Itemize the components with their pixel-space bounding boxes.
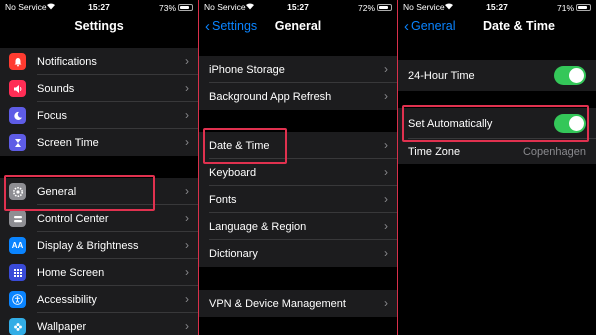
chevron-right-icon: ›: [384, 138, 388, 152]
chevron-right-icon: ›: [185, 292, 189, 306]
general-item-fonts[interactable]: Fonts ›: [199, 186, 397, 213]
general-item-vpn-device-management[interactable]: VPN & Device Management ›: [199, 290, 397, 317]
battery-indicator: 71%: [557, 2, 591, 13]
status-bar: No Service 15:27 73%: [0, 0, 198, 14]
moon-icon: [9, 107, 26, 124]
general-item-background-app-refresh[interactable]: Background App Refresh ›: [199, 83, 397, 110]
chevron-right-icon: ›: [185, 238, 189, 252]
time-zone-value: Copenhagen: [522, 146, 586, 158]
accessibility-icon: [9, 291, 26, 308]
battery-icon: [576, 4, 591, 12]
chevron-right-icon: ›: [185, 265, 189, 279]
chevron-right-icon: ›: [185, 319, 189, 333]
settings-item-notifications[interactable]: Notifications ›: [0, 48, 198, 75]
text-size-icon: AA: [9, 237, 26, 254]
hour24-toggle[interactable]: [554, 66, 586, 85]
highlight-box-general: [4, 175, 155, 211]
general-item-label: Dictionary: [209, 248, 258, 260]
status-bar: No Service 15:27 71%: [398, 0, 596, 14]
page-title: Date & Time: [482, 19, 555, 33]
highlight-box-set-automatically: [402, 105, 589, 142]
hourglass-icon: [9, 134, 26, 151]
chevron-right-icon: ›: [384, 192, 388, 206]
settings-item-label: Focus: [37, 110, 67, 122]
chevron-right-icon: ›: [185, 108, 189, 122]
flower-icon: [9, 318, 26, 335]
settings-item-screen-time[interactable]: Screen Time ›: [0, 129, 198, 156]
speaker-icon: [9, 80, 26, 97]
settings-screen: No Service 15:27 73% Settings Notificati…: [0, 0, 198, 335]
battery-icon: [377, 4, 392, 12]
chevron-right-icon: ›: [384, 246, 388, 260]
battery-percent: 73%: [158, 2, 176, 13]
general-screen: No Service 15:27 72% ‹ Settings General i…: [199, 0, 397, 335]
general-item-label: iPhone Storage: [209, 64, 285, 76]
settings-item-display-brightness[interactable]: AA Display & Brightness ›: [0, 232, 198, 259]
settings-item-label: Home Screen: [37, 267, 105, 279]
settings-item-label: Display & Brightness: [37, 240, 139, 252]
chevron-right-icon: ›: [185, 135, 189, 149]
battery-indicator: 73%: [159, 2, 193, 13]
settings-item-label: Screen Time: [37, 137, 99, 149]
chevron-right-icon: ›: [185, 81, 189, 95]
nav-bar: ‹ General Date & Time: [398, 14, 596, 38]
general-item-label: VPN & Device Management: [209, 298, 346, 310]
chevron-right-icon: ›: [384, 219, 388, 233]
hour24-label: 24-Hour Time: [408, 70, 475, 82]
time-zone-label: Time Zone: [408, 146, 461, 158]
general-item-label: Keyboard: [209, 167, 257, 179]
battery-icon: [178, 4, 193, 12]
settings-item-home-screen[interactable]: Home Screen ›: [0, 259, 198, 286]
status-bar: No Service 15:27 72%: [199, 0, 397, 14]
settings-item-sounds[interactable]: Sounds ›: [0, 75, 198, 102]
settings-item-label: Wallpaper: [37, 321, 87, 333]
settings-item-label: Notifications: [37, 56, 97, 68]
grid-icon: [9, 264, 26, 281]
bell-icon: [9, 53, 26, 70]
date-time-screen: No Service 15:27 71% ‹ General Date & Tim…: [398, 0, 596, 335]
chevron-right-icon: ›: [185, 54, 189, 68]
chevron-right-icon: ›: [384, 62, 388, 76]
general-item-label: Fonts: [209, 194, 237, 206]
nav-bar: Settings: [0, 14, 198, 38]
general-item-label: Language & Region: [209, 221, 307, 233]
battery-percent: 72%: [357, 2, 375, 13]
general-item-dictionary[interactable]: Dictionary ›: [199, 240, 397, 267]
page-title: General: [274, 19, 322, 33]
nav-bar: ‹ Settings General: [199, 14, 397, 38]
chevron-right-icon: ›: [384, 296, 388, 310]
chevron-left-icon: ‹: [404, 18, 409, 35]
battery-percent: 71%: [556, 2, 574, 13]
chevron-right-icon: ›: [185, 184, 189, 198]
time-zone-row[interactable]: Time Zone Copenhagen: [398, 139, 596, 164]
chevron-right-icon: ›: [384, 89, 388, 103]
hour24-row: 24-Hour Time: [398, 60, 596, 91]
page-title: Settings: [74, 19, 124, 33]
general-item-label: Background App Refresh: [209, 91, 332, 103]
settings-item-wallpaper[interactable]: Wallpaper ›: [0, 313, 198, 335]
settings-item-label: Control Center: [37, 213, 109, 225]
chevron-right-icon: ›: [185, 211, 189, 225]
battery-indicator: 72%: [358, 2, 392, 13]
general-item-iphone-storage[interactable]: iPhone Storage ›: [199, 56, 397, 83]
highlight-box-date-time: [203, 128, 287, 164]
general-item-language-region[interactable]: Language & Region ›: [199, 213, 397, 240]
settings-item-label: Accessibility: [37, 294, 97, 306]
toggles-icon: [9, 210, 26, 227]
settings-item-label: Sounds: [37, 83, 75, 95]
settings-item-accessibility[interactable]: Accessibility ›: [0, 286, 198, 313]
chevron-right-icon: ›: [384, 165, 388, 179]
settings-item-focus[interactable]: Focus ›: [0, 102, 198, 129]
